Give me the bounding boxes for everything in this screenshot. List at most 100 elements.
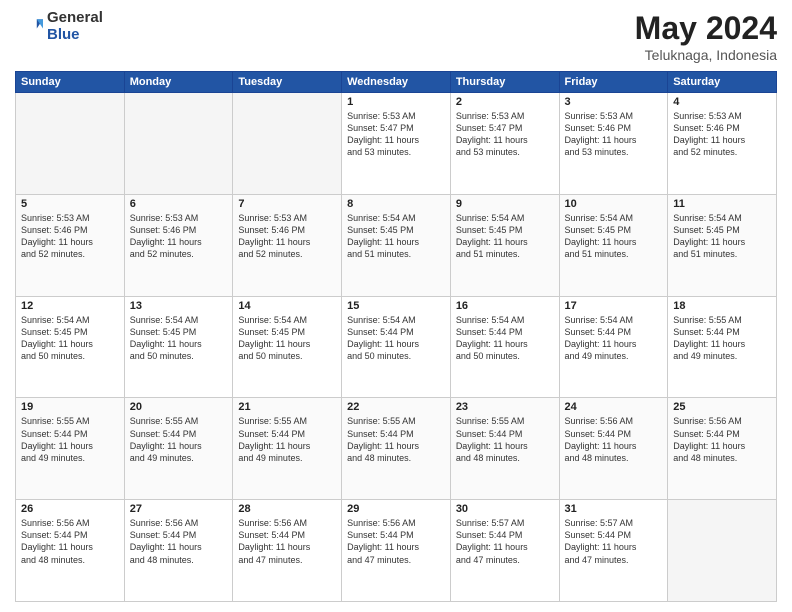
logo: General Blue xyxy=(15,10,103,43)
table-row: 9Sunrise: 5:54 AM Sunset: 5:45 PM Daylig… xyxy=(450,194,559,296)
cell-content: Sunrise: 5:54 AM Sunset: 5:45 PM Dayligh… xyxy=(238,314,336,363)
cell-content: Sunrise: 5:56 AM Sunset: 5:44 PM Dayligh… xyxy=(347,517,445,566)
table-row: 21 Sunrise: 5:55 AM Sunset: 5:44 PM Dayli… xyxy=(233,398,342,500)
cell-content: Sunrise: 5:54 AM Sunset: 5:44 PM Dayligh… xyxy=(347,314,445,363)
day-number: 7 xyxy=(238,198,336,210)
table-row: 10 Sunrise: 5:54 AM Sunset: 5:45 PM Dayli… xyxy=(559,194,668,296)
table-row: 17Sunrise: 5:54 AM Sunset: 5:44 PM Dayli… xyxy=(559,296,668,398)
cell-content: Sunrise: 5:54 AM Sunset: 5:45 PM Dayligh… xyxy=(130,314,228,363)
table-row xyxy=(233,93,342,195)
header: General Blue May 2024 Teluknaga, Indones… xyxy=(15,10,777,63)
calendar-week-1: 5 Sunrise: 5:53 AM Sunset: 5:46 PM Daylig… xyxy=(16,194,777,296)
table-row: 31 Sunrise: 5:57 AM Sunset: 5:44 PM Dayli… xyxy=(559,500,668,602)
day-number: 28 xyxy=(238,503,336,515)
table-row: 27 Sunrise: 5:56 AM Sunset: 5:44 PM Dayli… xyxy=(124,500,233,602)
cell-content: Sunrise: 5:55 AM Sunset: 5:44 PM Dayligh… xyxy=(238,415,336,464)
day-number: 15 xyxy=(347,300,445,312)
header-monday: Monday xyxy=(124,72,233,93)
day-number: 27 xyxy=(130,503,228,515)
cell-content: Sunrise: 5:55 AM Sunset: 5:44 PM Dayligh… xyxy=(673,314,771,363)
logo-general: General xyxy=(47,10,103,27)
day-number: 16 xyxy=(456,300,554,312)
logo-blue: Blue xyxy=(47,27,103,44)
table-row: 19 Sunrise: 5:55 AM Sunset: 5:44 PM Dayli… xyxy=(16,398,125,500)
calendar-header-row: Sunday Monday Tuesday Wednesday Thursday… xyxy=(16,72,777,93)
table-row: 2Sunrise: 5:53 AM Sunset: 5:47 PM Daylig… xyxy=(450,93,559,195)
title-block: May 2024 Teluknaga, Indonesia xyxy=(635,10,777,63)
table-row: 3 Sunrise: 5:53 AM Sunset: 5:46 PM Daylig… xyxy=(559,93,668,195)
title-location: Teluknaga, Indonesia xyxy=(635,47,777,63)
table-row: 13 Sunrise: 5:54 AM Sunset: 5:45 PM Dayli… xyxy=(124,296,233,398)
day-number: 25 xyxy=(673,401,771,413)
cell-content: Sunrise: 5:53 AM Sunset: 5:46 PM Dayligh… xyxy=(130,212,228,261)
cell-content: Sunrise: 5:54 AM Sunset: 5:44 PM Dayligh… xyxy=(456,314,554,363)
table-row xyxy=(668,500,777,602)
table-row: 28 Sunrise: 5:56 AM Sunset: 5:44 PM Dayli… xyxy=(233,500,342,602)
cell-content: Sunrise: 5:55 AM Sunset: 5:44 PM Dayligh… xyxy=(130,415,228,464)
table-row: 8Sunrise: 5:54 AM Sunset: 5:45 PM Daylig… xyxy=(342,194,451,296)
day-number: 11 xyxy=(673,198,771,210)
day-number: 20 xyxy=(130,401,228,413)
day-number: 3 xyxy=(565,96,663,108)
table-row: 26Sunrise: 5:56 AM Sunset: 5:44 PM Dayli… xyxy=(16,500,125,602)
day-number: 26 xyxy=(21,503,119,515)
table-row: 29 Sunrise: 5:56 AM Sunset: 5:44 PM Dayli… xyxy=(342,500,451,602)
cell-content: Sunrise: 5:57 AM Sunset: 5:44 PM Dayligh… xyxy=(565,517,663,566)
day-number: 29 xyxy=(347,503,445,515)
cell-content: Sunrise: 5:56 AM Sunset: 5:44 PM Dayligh… xyxy=(673,415,771,464)
cell-content: Sunrise: 5:53 AM Sunset: 5:46 PM Dayligh… xyxy=(238,212,336,261)
cell-content: Sunrise: 5:56 AM Sunset: 5:44 PM Dayligh… xyxy=(238,517,336,566)
table-row: 1 Sunrise: 5:53 AM Sunset: 5:47 PM Daylig… xyxy=(342,93,451,195)
table-row: 11 Sunrise: 5:54 AM Sunset: 5:45 PM Dayli… xyxy=(668,194,777,296)
day-number: 31 xyxy=(565,503,663,515)
day-number: 19 xyxy=(21,401,119,413)
table-row: 16 Sunrise: 5:54 AM Sunset: 5:44 PM Dayli… xyxy=(450,296,559,398)
day-number: 6 xyxy=(130,198,228,210)
header-saturday: Saturday xyxy=(668,72,777,93)
table-row: 24 Sunrise: 5:56 AM Sunset: 5:44 PM Dayli… xyxy=(559,398,668,500)
cell-content: Sunrise: 5:53 AM Sunset: 5:46 PM Dayligh… xyxy=(21,212,119,261)
table-row: 7 Sunrise: 5:53 AM Sunset: 5:46 PM Daylig… xyxy=(233,194,342,296)
cell-content: Sunrise: 5:53 AM Sunset: 5:46 PM Dayligh… xyxy=(565,110,663,159)
day-number: 22 xyxy=(347,401,445,413)
table-row: 22 Sunrise: 5:55 AM Sunset: 5:44 PM Dayli… xyxy=(342,398,451,500)
day-number: 2 xyxy=(456,96,554,108)
logo-icon xyxy=(15,13,43,41)
calendar-week-4: 26 Sunrise: 5:56 AM Sunset: 5:44 PM Dayli… xyxy=(16,500,777,602)
cell-content: Sunrise: 5:54 AM Sunset: 5:45 PM Dayligh… xyxy=(673,212,771,261)
day-number: 24 xyxy=(565,401,663,413)
day-number: 21 xyxy=(238,401,336,413)
calendar-week-3: 19 Sunrise: 5:55 AM Sunset: 5:44 PM Dayli… xyxy=(16,398,777,500)
table-row: 18 Sunrise: 5:55 AM Sunset: 5:44 PM Dayli… xyxy=(668,296,777,398)
day-number: 18 xyxy=(673,300,771,312)
day-number: 30 xyxy=(456,503,554,515)
table-row: 4Sunrise: 5:53 AM Sunset: 5:46 PM Daylig… xyxy=(668,93,777,195)
day-number: 5 xyxy=(21,198,119,210)
day-number: 13 xyxy=(130,300,228,312)
table-row: 15 Sunrise: 5:54 AM Sunset: 5:44 PM Dayli… xyxy=(342,296,451,398)
cell-content: Sunrise: 5:56 AM Sunset: 5:44 PM Dayligh… xyxy=(130,517,228,566)
day-number: 14 xyxy=(238,300,336,312)
cell-content: Sunrise: 5:56 AM Sunset: 5:44 PM Dayligh… xyxy=(565,415,663,464)
day-number: 12 xyxy=(21,300,119,312)
day-number: 1 xyxy=(347,96,445,108)
day-number: 17 xyxy=(565,300,663,312)
cell-content: Sunrise: 5:54 AM Sunset: 5:45 PM Dayligh… xyxy=(565,212,663,261)
table-row: 30Sunrise: 5:57 AM Sunset: 5:44 PM Dayli… xyxy=(450,500,559,602)
table-row xyxy=(124,93,233,195)
day-number: 10 xyxy=(565,198,663,210)
header-sunday: Sunday xyxy=(16,72,125,93)
cell-content: Sunrise: 5:55 AM Sunset: 5:44 PM Dayligh… xyxy=(456,415,554,464)
calendar-week-2: 12 Sunrise: 5:54 AM Sunset: 5:45 PM Dayli… xyxy=(16,296,777,398)
cell-content: Sunrise: 5:55 AM Sunset: 5:44 PM Dayligh… xyxy=(347,415,445,464)
table-row: 23Sunrise: 5:55 AM Sunset: 5:44 PM Dayli… xyxy=(450,398,559,500)
cell-content: Sunrise: 5:53 AM Sunset: 5:47 PM Dayligh… xyxy=(347,110,445,159)
logo-text: General Blue xyxy=(47,10,103,43)
cell-content: Sunrise: 5:54 AM Sunset: 5:45 PM Dayligh… xyxy=(21,314,119,363)
table-row: 6 Sunrise: 5:53 AM Sunset: 5:46 PM Daylig… xyxy=(124,194,233,296)
header-tuesday: Tuesday xyxy=(233,72,342,93)
cell-content: Sunrise: 5:55 AM Sunset: 5:44 PM Dayligh… xyxy=(21,415,119,464)
table-row: 25 Sunrise: 5:56 AM Sunset: 5:44 PM Dayli… xyxy=(668,398,777,500)
header-friday: Friday xyxy=(559,72,668,93)
day-number: 9 xyxy=(456,198,554,210)
